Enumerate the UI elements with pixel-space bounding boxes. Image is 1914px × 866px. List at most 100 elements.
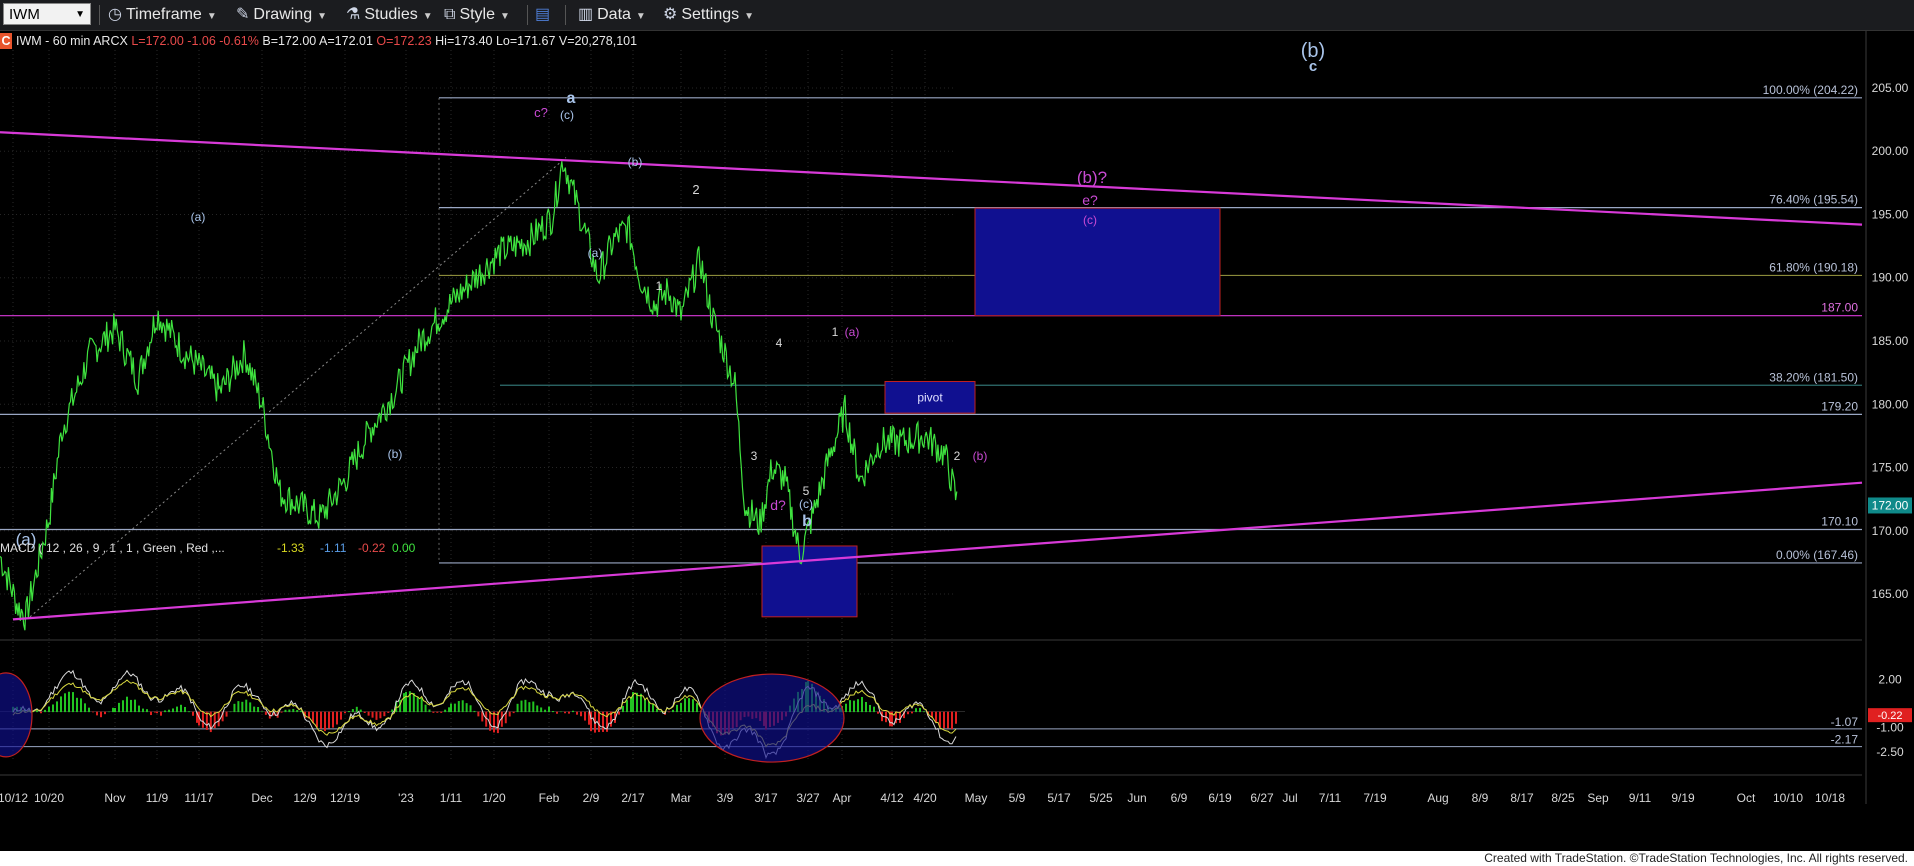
macd-histogram-bar [72, 692, 74, 713]
macd-histogram-bar [344, 711, 346, 714]
macd-histogram-bar [52, 704, 54, 713]
price-level-label: 170.10 [1821, 515, 1858, 529]
wave-label: d? [770, 497, 786, 513]
price-axis-tick: 195.00 [1872, 207, 1909, 221]
macd-histogram-bar [440, 711, 443, 713]
date-axis-tick: May [965, 791, 988, 805]
macd-histogram-bar [696, 703, 698, 713]
macd-histogram-bar [652, 704, 654, 713]
date-axis-tick: 9/11 [1629, 791, 1652, 805]
timeframe-menu[interactable]: ◷ Timeframe ▼ [108, 4, 217, 26]
drawing-menu[interactable]: ✎ Drawing ▼ [236, 4, 327, 26]
wave-label: 1 [832, 325, 839, 339]
macd-histogram-bar [351, 709, 354, 713]
macd-histogram-bar [919, 707, 921, 713]
macd-histogram-bar [644, 698, 646, 713]
macd-histogram-bar [584, 711, 586, 721]
wave-label: e? [1082, 192, 1098, 208]
date-axis-tick: '23 [398, 791, 414, 805]
macd-histogram-bar [60, 696, 62, 713]
date-axis-tick: 7/19 [1363, 791, 1387, 805]
date-axis-tick: 3/27 [796, 791, 820, 805]
macd-histogram-bar [405, 691, 407, 713]
wave-label: (b) [628, 155, 643, 169]
toolbar-divider [527, 5, 528, 25]
macd-histogram-bar [540, 707, 543, 713]
macd-histogram-bar [448, 707, 451, 713]
wave-label: 2 [954, 449, 961, 463]
layout-button[interactable]: ▤ [535, 4, 554, 26]
price-chart[interactable]: 100.00% (204.22) 76.40% (195.54) 61.80% (1… [0, 31, 1914, 851]
price-level-label: 38.20% (181.50) [1769, 370, 1858, 384]
net-change: -1.06 [187, 34, 216, 48]
macd-histogram-bar [172, 708, 174, 713]
macd-histogram-bar [88, 707, 90, 713]
chevron-down-icon[interactable]: ▼ [75, 4, 85, 26]
studies-menu[interactable]: ⚗ Studies ▼ [346, 4, 433, 26]
chevron-down-icon: ▼ [206, 11, 217, 22]
date-axis-tick: 10/20 [34, 791, 64, 805]
macd-histogram-bar [249, 702, 252, 713]
date-axis-tick: Sep [1587, 791, 1609, 805]
data-menu[interactable]: ▥ Data ▼ [578, 4, 646, 26]
style-icon: ⧉ [444, 6, 456, 23]
macd-value: 0.00 [392, 541, 416, 555]
pencil-icon: ✎ [236, 6, 250, 23]
wave-label: (b)? [1077, 168, 1107, 187]
macd-histogram-bar [118, 702, 120, 713]
macd-pane: MACD ( 12 , 26 , 9 , 1 , 1 , Green , Red… [0, 541, 1862, 763]
macd-histogram-bar [576, 711, 578, 715]
macd-histogram-bar [564, 711, 566, 714]
timeframe-label: Timeframe [125, 6, 202, 23]
macd-histogram-bar [857, 699, 859, 713]
macd-histogram-bar [363, 711, 366, 713]
last-price-value: 172.00 [1872, 498, 1909, 512]
macd-histogram-bar [138, 705, 140, 713]
settings-menu[interactable]: ⚙ Settings ▼ [663, 4, 754, 26]
macd-histogram-bar [640, 693, 642, 713]
macd-histogram-bar [598, 711, 600, 733]
macd-histogram-bar [130, 699, 132, 713]
price-level-label: 61.80% (190.18) [1769, 260, 1858, 274]
price-level-label: 187.00 [1821, 301, 1858, 315]
symbol-input[interactable]: IWM ▼ [3, 3, 91, 25]
open-price: O=172.23 [376, 34, 432, 48]
macd-histogram-bar [237, 701, 240, 713]
wave-label: 1 [656, 279, 663, 293]
macd-histogram-bar [428, 709, 431, 713]
style-menu[interactable]: ⧉ Style ▼ [444, 4, 510, 26]
macd-histogram-bar [288, 709, 291, 713]
macd-histogram-bar [516, 703, 519, 713]
gear-icon: ⚙ [663, 6, 678, 23]
macd-histogram-bar [225, 711, 228, 717]
date-axis-tick: 9/19 [1671, 791, 1695, 805]
macd-histogram-bar [44, 709, 46, 713]
macd-histogram-bar [229, 711, 232, 713]
macd-histogram-bar [168, 709, 170, 713]
date-axis-tick: Jun [1127, 791, 1146, 805]
macd-histogram-bar [668, 711, 670, 713]
macd-histogram-bar [457, 701, 460, 713]
macd-histogram-bar [853, 700, 855, 713]
bar-chart-icon: ▥ [578, 6, 594, 23]
date-axis-tick: 6/27 [1250, 791, 1274, 805]
macd-histogram-bar [915, 708, 917, 713]
ask-price: A=172.01 [319, 34, 373, 48]
macd-histogram-bar [383, 711, 386, 717]
macd-histogram-bar [544, 709, 547, 713]
date-axis-tick: Nov [104, 791, 125, 805]
macd-histogram-bar [465, 703, 468, 713]
wave-label: c? [534, 105, 548, 120]
toolbar: IWM ▼ ◷ Timeframe ▼ ✎ Drawing ▼ ⚗ Studies ▼ ⧉ St… [0, 0, 1914, 31]
macd-histogram-bar [412, 693, 415, 713]
date-axis-tick: 10/12 [0, 791, 28, 805]
macd-histogram-bar [580, 711, 582, 717]
macd-histogram-bar [316, 711, 318, 728]
macd-histogram-bar [375, 711, 378, 720]
macd-histogram-bar [122, 700, 124, 713]
macd-histogram-bar [76, 697, 78, 713]
macd-histogram-bar [436, 711, 439, 713]
macd-histogram-bar [877, 711, 879, 714]
macd-histogram-bar [676, 704, 678, 713]
chevron-down-icon: ▼ [500, 11, 510, 22]
